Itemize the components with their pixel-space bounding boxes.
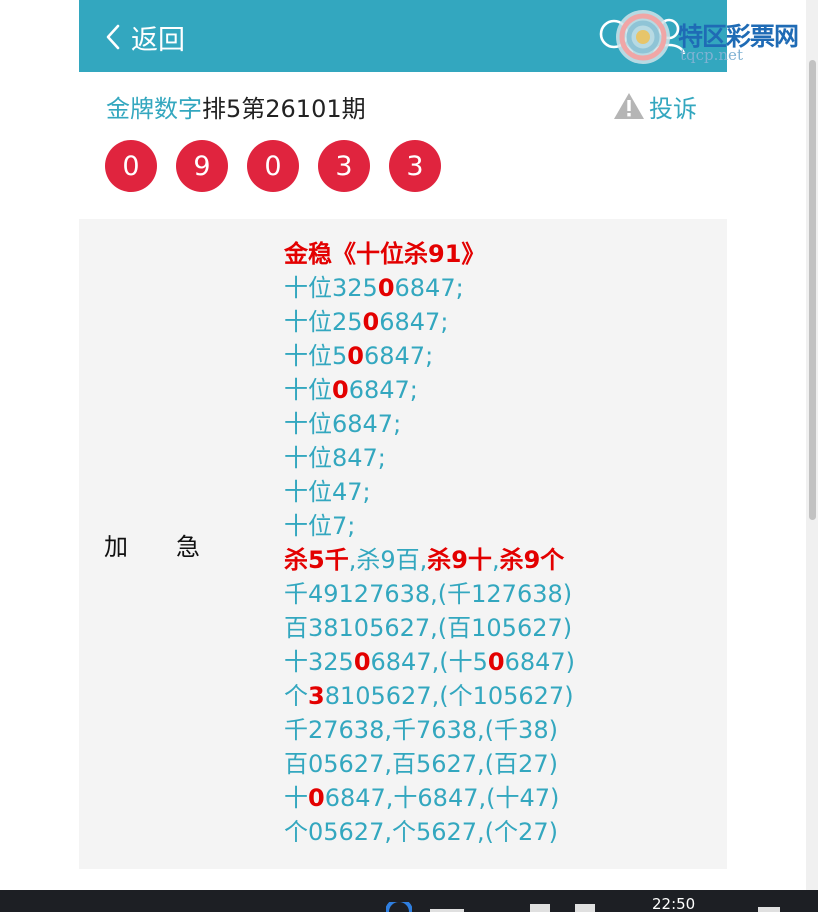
- prediction-line: 十位7;: [284, 509, 704, 543]
- highlight-text: 0: [377, 274, 395, 302]
- number-ball: 9: [176, 140, 228, 192]
- number-ball: 0: [105, 140, 157, 192]
- keyboard-icon[interactable]: [575, 904, 595, 912]
- post-title: 排5第26101期: [202, 94, 366, 123]
- prediction-line: 千49127638,(千127638): [284, 577, 704, 611]
- prediction-text: 十位: [284, 376, 332, 404]
- taskbar: 22:50: [0, 890, 818, 913]
- prediction-line: 十位506847;: [284, 339, 704, 373]
- prediction-text: 千49127638,(千127638): [284, 580, 573, 608]
- prediction-text: 十325: [284, 648, 354, 676]
- prediction-text: ,: [491, 546, 500, 574]
- prediction-panel: 加急 金稳《十位杀91》 十位32506847; 十位2506847; 十位50684…: [79, 219, 727, 869]
- highlight-text: 0: [487, 648, 505, 676]
- prediction-text: 百05627,百5627,(百27): [284, 750, 558, 778]
- prediction-line: 十位06847;: [284, 373, 704, 407]
- prediction-text: 十位6847;: [284, 410, 402, 438]
- prediction-text: 千27638,千7638,(千38): [284, 716, 558, 744]
- prediction-text: 6847;: [363, 342, 434, 370]
- highlight-text: 3: [308, 682, 325, 710]
- highlight-text: 0: [362, 308, 380, 336]
- prediction-text: 十位25: [284, 308, 363, 336]
- prediction-content: 金稳《十位杀91》 十位32506847; 十位2506847; 十位506847; 十…: [284, 237, 704, 849]
- back-label: 返回: [131, 24, 185, 56]
- warning-icon: [614, 93, 644, 119]
- prediction-text: 6847,十6847,(十47): [324, 784, 560, 812]
- author-name[interactable]: 金牌数字: [106, 89, 202, 124]
- prediction-line: 百05627,百5627,(百27): [284, 747, 704, 781]
- prediction-text: 6847;: [379, 308, 449, 336]
- network-icon[interactable]: [386, 902, 412, 912]
- prediction-line: 十位6847;: [284, 407, 704, 441]
- page-scrollbar[interactable]: [806, 0, 818, 890]
- prediction-line: 十位32506847;: [284, 271, 704, 305]
- highlight-text: 0: [353, 648, 371, 676]
- result-numbers: 0 9 0 3 3: [105, 140, 460, 192]
- prediction-line: 个38105627,(个105627): [284, 679, 704, 713]
- highlight-text: 0: [308, 784, 325, 812]
- complain-button[interactable]: 投诉: [613, 87, 697, 125]
- prediction-text: 十位325: [284, 274, 378, 302]
- highlight-text: 杀9个: [499, 546, 565, 574]
- prediction-text: 百38105627,(百105627): [284, 614, 573, 642]
- prediction-text: 十位7;: [284, 512, 356, 540]
- prediction-text: 8105627,(个105627): [324, 682, 574, 710]
- prediction-text: 6847): [504, 648, 576, 676]
- prediction-text: 6847;: [348, 376, 418, 404]
- highlight-text: 杀9十: [427, 546, 492, 574]
- prediction-text: 十位5: [284, 342, 348, 370]
- ime-icon[interactable]: [530, 904, 550, 912]
- prediction-text: 个05627,个5627,(个27): [284, 818, 558, 846]
- prediction-text: 十位847;: [284, 444, 386, 472]
- notification-icon[interactable]: [758, 907, 780, 912]
- prediction-line: 百38105627,(百105627): [284, 611, 704, 645]
- prediction-text: 十: [284, 784, 308, 812]
- highlight-text: 0: [332, 376, 349, 404]
- site-logo-icon: [616, 10, 670, 64]
- complain-label: 投诉: [649, 94, 697, 123]
- highlight-text: 0: [347, 342, 364, 370]
- prediction-line: 千27638,千7638,(千38): [284, 713, 704, 747]
- site-watermark: 特区彩票网 tqcp.net: [612, 6, 812, 68]
- highlight-text: 金稳《十位杀91》: [284, 240, 486, 268]
- prediction-text: 6847,(十5: [370, 648, 488, 676]
- urgent-tag-part: 急: [176, 533, 200, 561]
- prediction-text: ,杀9百,: [348, 546, 428, 574]
- prediction-text: 十位47;: [284, 478, 371, 506]
- post-title-row: 金牌数字 排5第26101期: [106, 87, 366, 125]
- prediction-line: 金稳《十位杀91》: [284, 237, 704, 271]
- prediction-line: 杀5千,杀9百,杀9十,杀9个: [284, 543, 704, 577]
- clock-time[interactable]: 22:50: [652, 895, 695, 913]
- prediction-line: 个05627,个5627,(个27): [284, 815, 704, 849]
- prediction-line: 十位847;: [284, 441, 704, 475]
- site-url: tqcp.net: [680, 46, 743, 64]
- number-ball: 3: [389, 140, 441, 192]
- chevron-left-icon: [106, 24, 120, 50]
- prediction-line: 十位47;: [284, 475, 704, 509]
- scrollbar-thumb[interactable]: [809, 60, 816, 520]
- highlight-text: 杀5千: [284, 546, 349, 574]
- urgent-tag-part: 加: [104, 533, 128, 561]
- prediction-text: 个: [284, 682, 308, 710]
- prediction-line: 十32506847,(十506847): [284, 645, 704, 679]
- urgent-tag: 加急: [104, 527, 200, 562]
- prediction-line: 十位2506847;: [284, 305, 704, 339]
- number-ball: 3: [318, 140, 370, 192]
- prediction-line: 十06847,十6847,(十47): [284, 781, 704, 815]
- number-ball: 0: [247, 140, 299, 192]
- prediction-text: 6847;: [394, 274, 464, 302]
- back-button[interactable]: 返回: [105, 20, 185, 56]
